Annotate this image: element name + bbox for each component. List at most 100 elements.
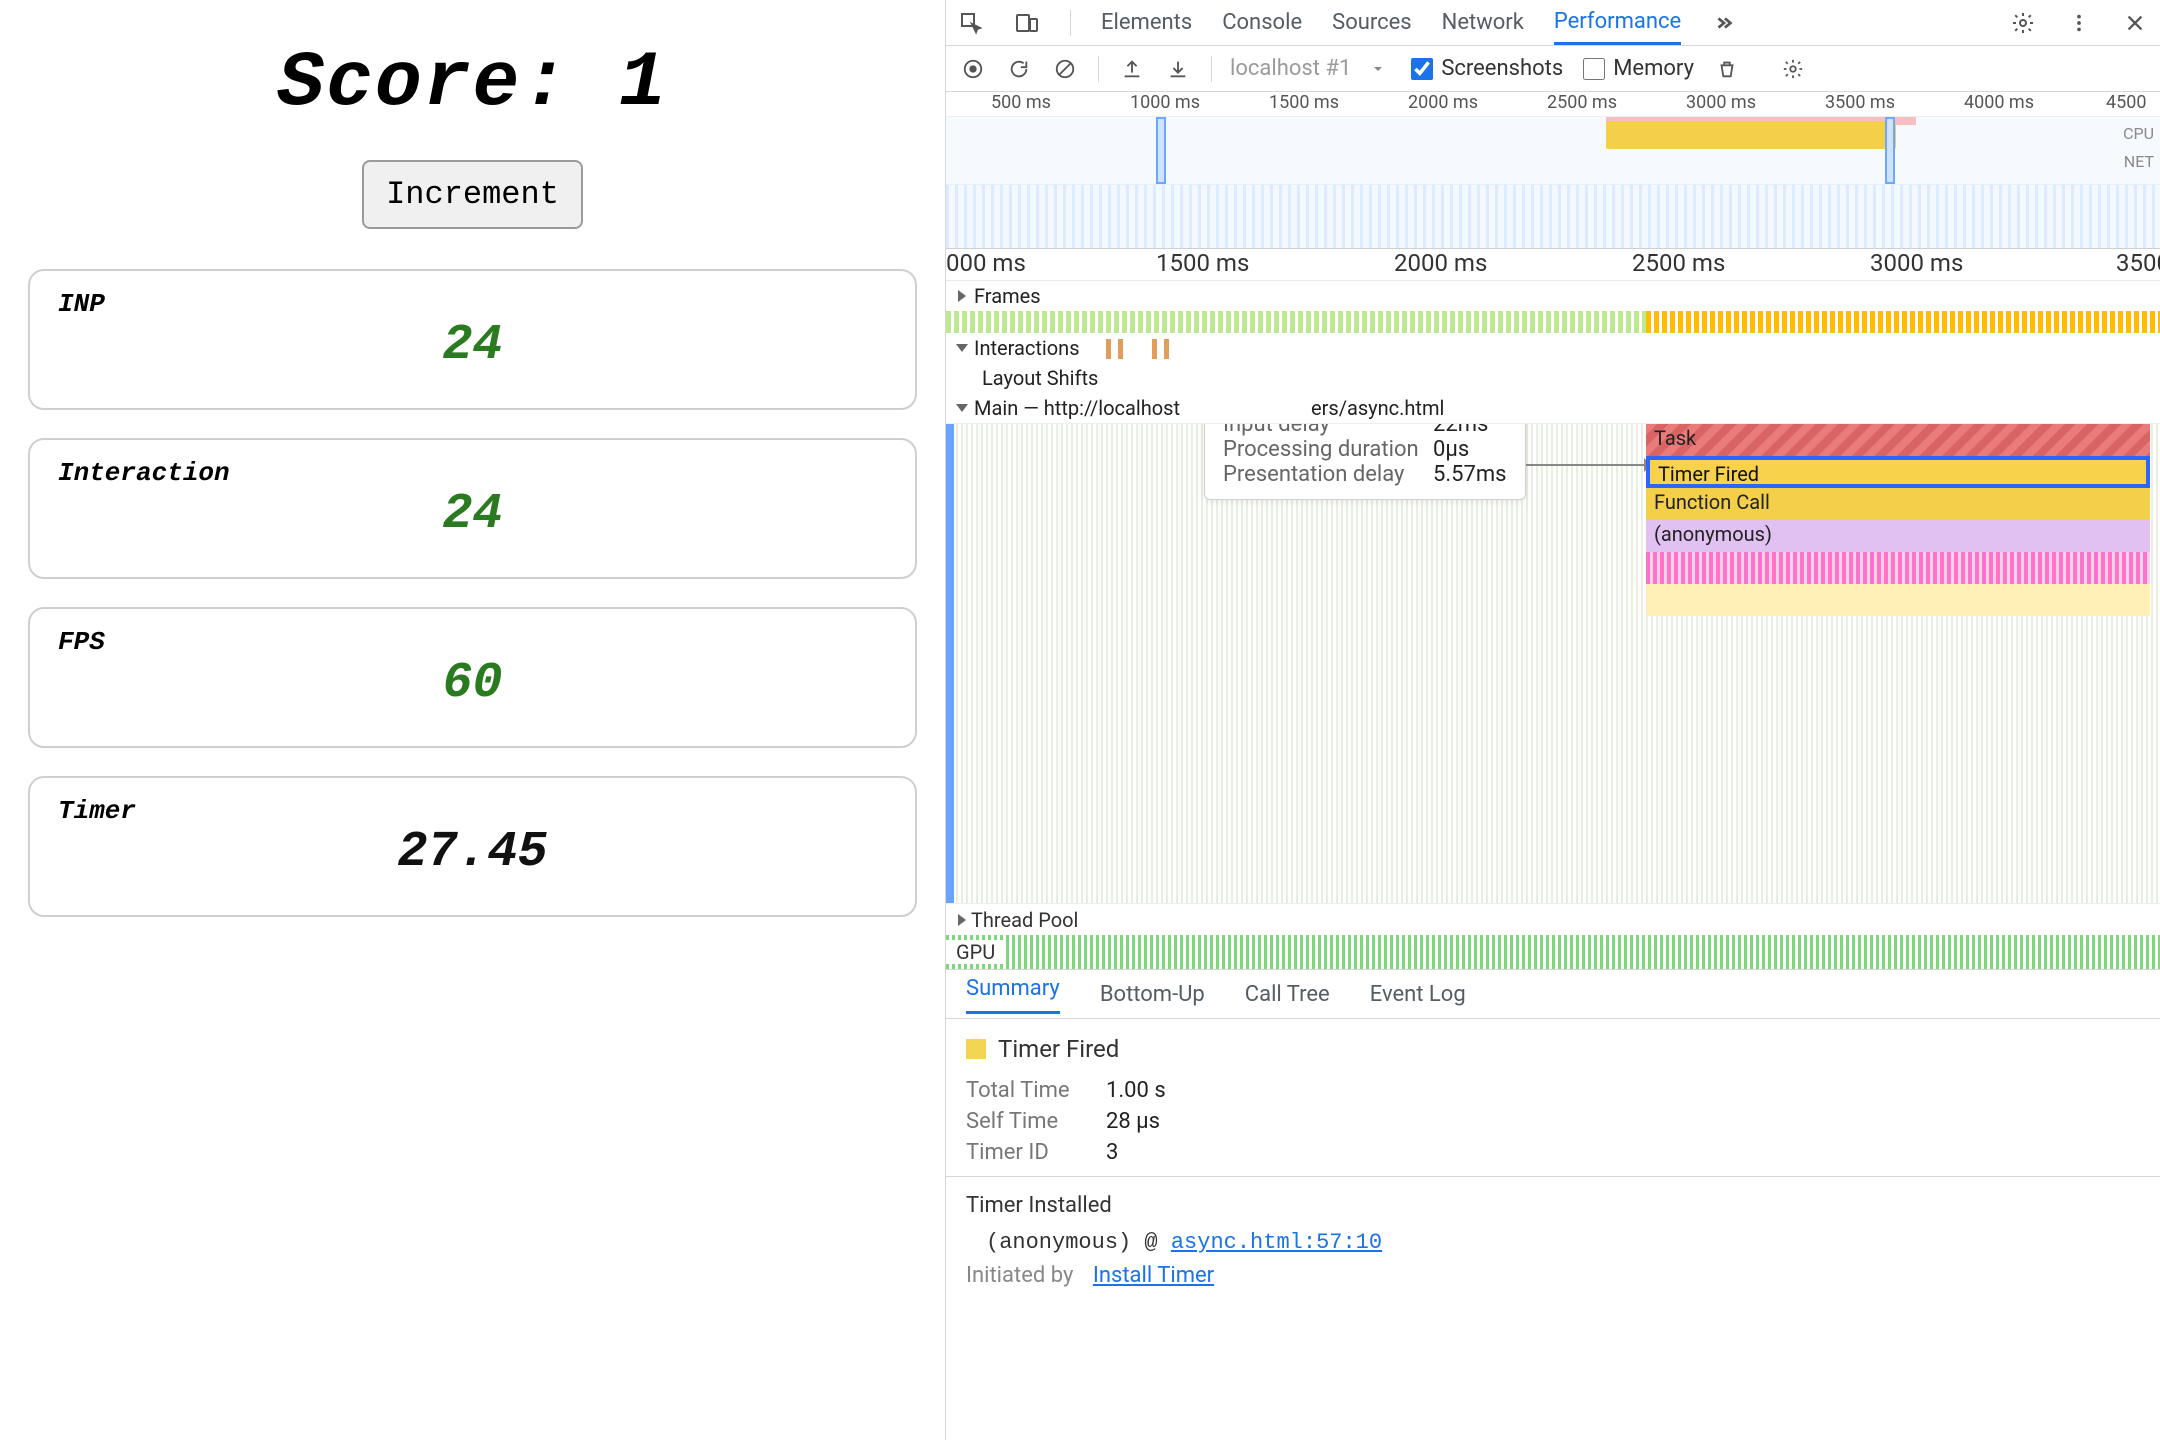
lane-gpu[interactable]: GPU: [946, 935, 2160, 969]
record-icon[interactable]: [960, 56, 986, 82]
lane-interactions[interactable]: [1104, 333, 2160, 363]
inspect-icon[interactable]: [958, 10, 984, 36]
tab-network[interactable]: Network: [1442, 2, 1524, 43]
overview-tick: 1500 ms: [1269, 92, 1339, 113]
initiated-by-link[interactable]: Install Timer: [1093, 1263, 1214, 1288]
flame-anonymous[interactable]: (anonymous): [1646, 520, 2150, 552]
card-timer: Timer 27.45: [28, 776, 917, 917]
capture-settings-icon[interactable]: [1780, 56, 1806, 82]
flame-function-call[interactable]: Function Call: [1646, 488, 2150, 520]
timer-installed-pane: Timer Installed (anonymous) @ async.html…: [946, 1176, 2160, 1304]
installed-call-link[interactable]: async.html:57:10: [1171, 1230, 1382, 1255]
overview-tick: 3500 ms: [1825, 92, 1895, 113]
card-fps-value: 60: [58, 655, 887, 712]
flame-paint-row[interactable]: [1646, 584, 2150, 616]
reload-icon[interactable]: [1006, 56, 1032, 82]
download-icon[interactable]: [1165, 56, 1191, 82]
summary-row: Total Time1.00 s: [966, 1075, 2140, 1106]
clear-icon[interactable]: [1052, 56, 1078, 82]
main-ruler-tick: 3500: [2116, 249, 2160, 277]
main-ruler-tick: 000 ms: [946, 249, 1026, 277]
devtools-tabs: Elements Console Sources Network Perform…: [946, 0, 2160, 46]
score-heading: Score: 1: [28, 40, 917, 128]
tab-performance[interactable]: Performance: [1554, 1, 1681, 45]
memory-checkbox[interactable]: [1583, 58, 1605, 80]
overview-tick: 4500: [2106, 92, 2146, 113]
flame-timer-fired[interactable]: Timer Fired: [1646, 456, 2150, 488]
filmstrip[interactable]: [946, 184, 2160, 248]
gc-icon[interactable]: [1714, 56, 1740, 82]
card-fps: FPS 60: [28, 607, 917, 748]
expand-icon[interactable]: [958, 914, 966, 926]
tab-sources[interactable]: Sources: [1332, 2, 1412, 43]
overview-tick: 500 ms: [991, 92, 1051, 113]
overview-tick: 2500 ms: [1547, 92, 1617, 113]
upload-icon[interactable]: [1119, 56, 1145, 82]
tooltip-row: Input delay22ms: [1223, 423, 1507, 437]
summary-title: Timer Fired: [998, 1035, 1119, 1063]
recording-select[interactable]: localhost #1: [1230, 56, 1351, 81]
tooltip-row: Presentation delay5.57ms: [1223, 462, 1507, 487]
flame-task[interactable]: Task: [1646, 424, 2150, 456]
settings-icon[interactable]: [2010, 10, 2036, 36]
card-inp: INP 24: [28, 269, 917, 410]
kebab-icon[interactable]: [2066, 10, 2092, 36]
interaction-tooltip: 27.57 ms Pointer Input delay22msProcessi…: [1204, 423, 1526, 500]
flame-layout-row[interactable]: [1646, 552, 2150, 584]
collapse-icon[interactable]: [956, 404, 968, 412]
tab-bottomup[interactable]: Bottom-Up: [1100, 982, 1205, 1007]
card-interaction: Interaction 24: [28, 438, 917, 579]
lane-threadpool-label: Thread Pool: [971, 908, 1078, 932]
more-tabs-icon[interactable]: [1711, 10, 1737, 36]
lane-main-suffix: ers/async.html: [1311, 396, 1444, 420]
card-inp-label: INP: [58, 289, 887, 319]
close-icon[interactable]: [2122, 10, 2148, 36]
device-icon[interactable]: [1014, 10, 1040, 36]
tab-eventlog[interactable]: Event Log: [1370, 982, 1466, 1007]
main-ruler[interactable]: 000 ms1500 ms2000 ms2500 ms3000 ms3500: [946, 249, 2160, 281]
overview-tick: 1000 ms: [1130, 92, 1200, 113]
initiated-by-label: Initiated by: [966, 1263, 1073, 1288]
card-interaction-value: 24: [58, 486, 887, 543]
tab-elements[interactable]: Elements: [1101, 2, 1192, 43]
lane-layoutshifts-label: Layout Shifts: [982, 366, 1098, 390]
screenshots-checkbox-label[interactable]: Screenshots: [1411, 56, 1563, 81]
lane-frames[interactable]: [946, 311, 2160, 333]
main-ruler-tick: 3000 ms: [1870, 249, 1963, 277]
summary-row: Self Time28 µs: [966, 1106, 2140, 1137]
installed-call-text: (anonymous) @: [986, 1230, 1171, 1255]
lane-gpu-label: GPU: [946, 940, 1005, 964]
tab-summary[interactable]: Summary: [966, 976, 1060, 1014]
installed-title: Timer Installed: [966, 1193, 2140, 1218]
screenshots-checkbox[interactable]: [1411, 58, 1433, 80]
overview-tick: 4000 ms: [1964, 92, 2034, 113]
overview-handle-right[interactable]: [1885, 117, 1895, 184]
card-timer-value: 27.45: [58, 824, 887, 881]
card-timer-label: Timer: [58, 796, 887, 826]
tab-calltree[interactable]: Call Tree: [1245, 982, 1330, 1007]
overview-label-net: NET: [2123, 148, 2154, 176]
overview-tick: 2000 ms: [1408, 92, 1478, 113]
swatch-icon: [966, 1039, 986, 1059]
expand-icon[interactable]: [958, 290, 966, 302]
lane-interactions-label: Interactions: [974, 336, 1080, 360]
main-ruler-tick: 2500 ms: [1632, 249, 1725, 277]
card-fps-label: FPS: [58, 627, 887, 657]
overview-timeline[interactable]: 500 ms 1000 ms 1500 ms 2000 ms 2500 ms 3000 m…: [946, 92, 2160, 249]
lane-main-label: Main — http://localhost: [974, 396, 1180, 420]
lane-frames-label: Frames: [974, 284, 1041, 308]
collapse-icon[interactable]: [956, 344, 968, 352]
tab-console[interactable]: Console: [1222, 2, 1302, 43]
demo-page: Score: 1 Increment INP 24 Interaction 24…: [0, 0, 945, 1440]
card-inp-value: 24: [58, 317, 887, 374]
main-thread-flame[interactable]: 27.57 ms Pointer Input delay22msProcessi…: [946, 423, 2160, 903]
devtools-panel: Elements Console Sources Network Perform…: [945, 0, 2160, 1440]
overview-label-cpu: CPU: [2123, 120, 2154, 148]
main-ruler-tick: 1500 ms: [1156, 249, 1249, 277]
increment-button[interactable]: Increment: [362, 160, 583, 229]
summary-row: Timer ID3: [966, 1137, 2140, 1168]
overview-tick: 3000 ms: [1686, 92, 1756, 113]
chevron-down-icon[interactable]: [1365, 56, 1391, 82]
memory-checkbox-label[interactable]: Memory: [1583, 56, 1694, 81]
overview-handle-left[interactable]: [1156, 117, 1166, 184]
